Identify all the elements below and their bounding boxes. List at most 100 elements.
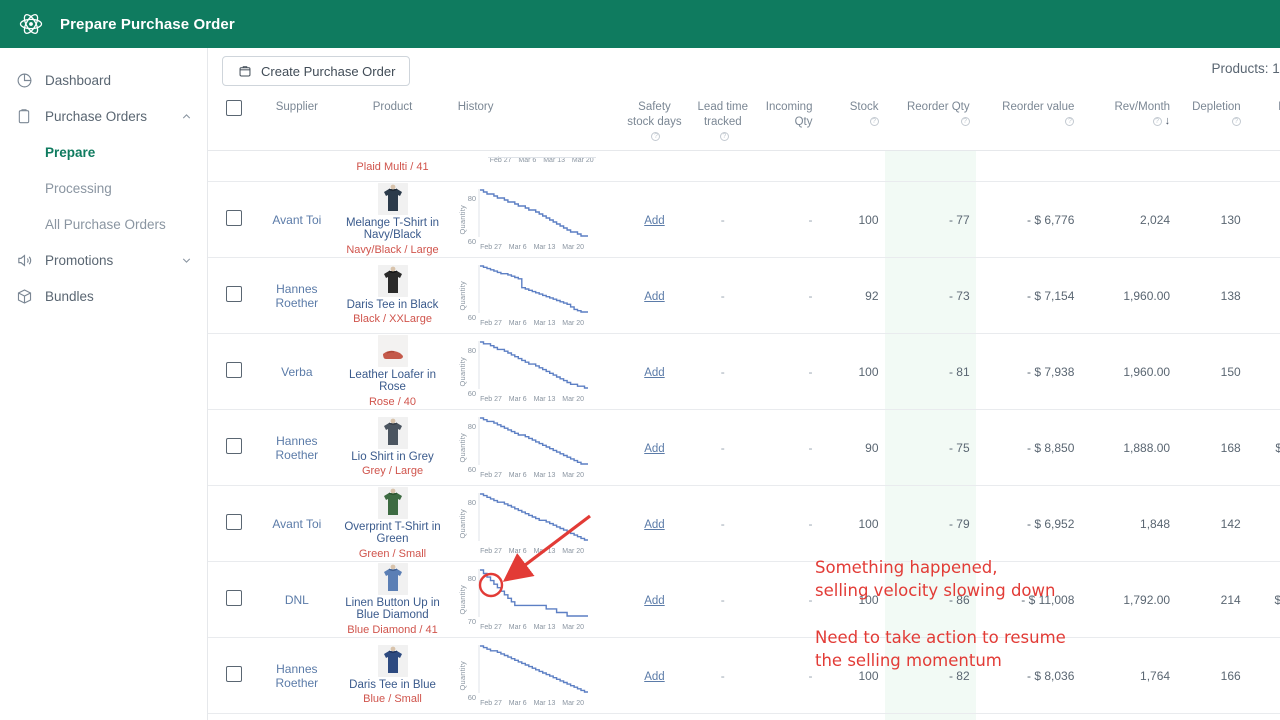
column-header-history[interactable]: History [452, 94, 618, 151]
sidebar-item-promotions[interactable]: Promotions [0, 242, 207, 278]
row-checkbox[interactable] [226, 590, 242, 606]
help-icon[interactable]: ? [961, 117, 970, 126]
table-row[interactable]: Hannes Roether Daris Tee in Black Black … [208, 258, 1280, 334]
arrow-down-icon[interactable]: ↓ [1165, 115, 1171, 127]
safety-stock-cell[interactable]: Add [618, 334, 691, 410]
sidebar-item-dashboard[interactable]: Dashboard [0, 62, 207, 98]
supplier-cell[interactable]: Hannes Roether [260, 258, 333, 334]
add-safety-stock-link[interactable]: Add [644, 595, 664, 607]
supplier-link[interactable]: Hannes Roether [275, 434, 318, 462]
table-row[interactable]: Avant Toi Melange T-Shirt in Navy/Black … [208, 182, 1280, 258]
column-header-select-all[interactable] [208, 94, 260, 151]
help-icon[interactable]: ? [1232, 117, 1241, 126]
select-all-checkbox[interactable] [226, 100, 242, 116]
add-safety-stock-link[interactable]: Add [644, 671, 664, 683]
column-header-lead-time-tracked[interactable]: Lead time tracked? [691, 94, 755, 151]
add-safety-stock-link[interactable]: Add [644, 443, 664, 455]
product-cell[interactable]: Melange T-Shirt in Navy/Black Navy/Black… [333, 182, 451, 258]
row-select-cell[interactable] [208, 182, 260, 258]
add-safety-stock-link[interactable]: Add [644, 291, 664, 303]
row-select-cell[interactable] [208, 258, 260, 334]
column-header-stock[interactable]: Stock? [818, 94, 884, 151]
table-row[interactable]: Hannes Roether Lio Shirt in Grey Grey / … [208, 410, 1280, 486]
add-safety-stock-link[interactable]: Add [644, 215, 664, 227]
safety-stock-cell[interactable]: Add [618, 182, 691, 258]
product-cell[interactable]: Daris Tee in Black Black / XXLarge [333, 258, 451, 334]
product-cell[interactable]: Linen Button Up in Blue Diamond Blue Dia… [333, 562, 451, 638]
history-cell[interactable]: Quantity 60 Feb 27Mar 6Mar 13Mar 20 [452, 638, 618, 714]
column-header-price[interactable]: Price? [1247, 94, 1280, 151]
products-table-container[interactable]: Supplier Product History Safety stock da… [208, 94, 1280, 720]
history-cell[interactable]: Quantity 80 70 Feb 27Mar 6Mar 13Mar 20 [452, 562, 618, 638]
column-header-safety-stock-days[interactable]: Safety stock days? [618, 94, 691, 151]
history-cell[interactable]: Quantity 80 60 Feb 27Mar 6Mar 13Mar 20 [452, 410, 618, 486]
history-cell[interactable]: Quantity 80 Feb 27Mar 6Mar 13Mar 20 [452, 486, 618, 562]
product-name[interactable]: Linen Button Up in Blue Diamond [339, 597, 445, 622]
sidebar-item-bundles[interactable]: Bundles [0, 278, 207, 314]
product-cell[interactable]: Overprint T-Shirt in Green Green / Small [333, 486, 451, 562]
row-select-cell[interactable] [208, 486, 260, 562]
history-cell[interactable]: Quantity 80 60 Feb 27Mar 6Mar 13Mar 20 [452, 334, 618, 410]
supplier-cell[interactable]: Avant Toi [260, 182, 333, 258]
column-header-depletion[interactable]: Depletion? [1176, 94, 1247, 151]
safety-stock-cell[interactable]: Add [618, 410, 691, 486]
supplier-link[interactable]: DNL [285, 593, 309, 607]
table-row[interactable]: Hannes Roether Daris Tee in Blue Blue / … [208, 638, 1280, 714]
table-row[interactable]: DNL Linen Button Up in Blue Diamond Blue… [208, 562, 1280, 638]
product-name[interactable]: Leather Loafer in Rose [339, 369, 445, 394]
sidebar-item-all-purchase-orders[interactable]: All Purchase Orders [0, 206, 207, 242]
table-row-partial-bottom[interactable]: Quantity [208, 714, 1280, 720]
row-checkbox[interactable] [226, 438, 242, 454]
sidebar-item-processing[interactable]: Processing [0, 170, 207, 206]
row-checkbox[interactable] [226, 514, 242, 530]
product-name[interactable]: Daris Tee in Black [347, 299, 439, 312]
table-row-partial-top[interactable]: Plaid Multi / 41 Feb 27Mar 6Mar 13Mar 20 [208, 151, 1280, 182]
supplier-link[interactable]: Hannes Roether [275, 282, 318, 310]
product-cell[interactable]: Daris Tee in Blue Blue / Small [333, 638, 451, 714]
column-header-product[interactable]: Product [333, 94, 451, 151]
product-cell[interactable]: Leather Loafer in Rose Rose / 40 [333, 334, 451, 410]
supplier-cell[interactable]: Hannes Roether [260, 410, 333, 486]
column-header-incoming-qty[interactable]: Incoming Qty [755, 94, 819, 151]
supplier-link[interactable]: Verba [281, 365, 312, 379]
supplier-cell[interactable]: DNL [260, 562, 333, 638]
chevron-up-icon[interactable] [179, 109, 193, 123]
safety-stock-cell[interactable]: Add [618, 638, 691, 714]
help-icon[interactable]: ? [1065, 117, 1074, 126]
row-checkbox[interactable] [226, 666, 242, 682]
column-header-supplier[interactable]: Supplier [260, 94, 333, 151]
product-name[interactable]: Daris Tee in Blue [349, 679, 436, 692]
row-select-cell[interactable] [208, 410, 260, 486]
sidebar-item-purchase-orders[interactable]: Purchase Orders [0, 98, 207, 134]
product-name[interactable]: Melange T-Shirt in Navy/Black [339, 217, 445, 242]
help-icon[interactable]: ? [651, 132, 660, 141]
column-header-reorder-value[interactable]: Reorder value? [976, 94, 1081, 151]
safety-stock-cell[interactable]: Add [618, 562, 691, 638]
row-checkbox[interactable] [226, 362, 242, 378]
product-name[interactable]: Lio Shirt in Grey [351, 451, 433, 464]
row-checkbox[interactable] [226, 286, 242, 302]
row-checkbox[interactable] [226, 210, 242, 226]
row-select-cell[interactable] [208, 562, 260, 638]
help-icon[interactable]: ? [720, 132, 729, 141]
supplier-link[interactable]: Avant Toi [272, 213, 321, 227]
chevron-down-icon[interactable] [179, 253, 193, 267]
help-icon[interactable]: ? [870, 117, 879, 126]
add-safety-stock-link[interactable]: Add [644, 367, 664, 379]
column-header-reorder-qty[interactable]: Reorder Qty? [885, 94, 976, 151]
supplier-cell[interactable]: Hannes Roether [260, 638, 333, 714]
supplier-link[interactable]: Avant Toi [272, 517, 321, 531]
table-row[interactable]: Avant Toi Overprint T-Shirt in Green Gre… [208, 486, 1280, 562]
row-select-cell[interactable] [208, 638, 260, 714]
create-purchase-order-button[interactable]: Create Purchase Order [222, 56, 410, 86]
history-cell[interactable]: Quantity 60 Feb 27Mar 6Mar 13Mar 20 [452, 258, 618, 334]
product-name[interactable]: Overprint T-Shirt in Green [339, 521, 445, 546]
supplier-cell[interactable]: Avant Toi [260, 486, 333, 562]
column-header-rev-month[interactable]: Rev/Month?↓ [1080, 94, 1176, 151]
safety-stock-cell[interactable]: Add [618, 486, 691, 562]
supplier-cell[interactable]: Verba [260, 334, 333, 410]
row-select-cell[interactable] [208, 334, 260, 410]
table-row[interactable]: Verba Leather Loafer in Rose Rose / 40 Q… [208, 334, 1280, 410]
product-cell[interactable]: Lio Shirt in Grey Grey / Large [333, 410, 451, 486]
history-cell[interactable]: Quantity 80 60 Feb 27Mar 6Mar 13Mar 20 [452, 182, 618, 258]
